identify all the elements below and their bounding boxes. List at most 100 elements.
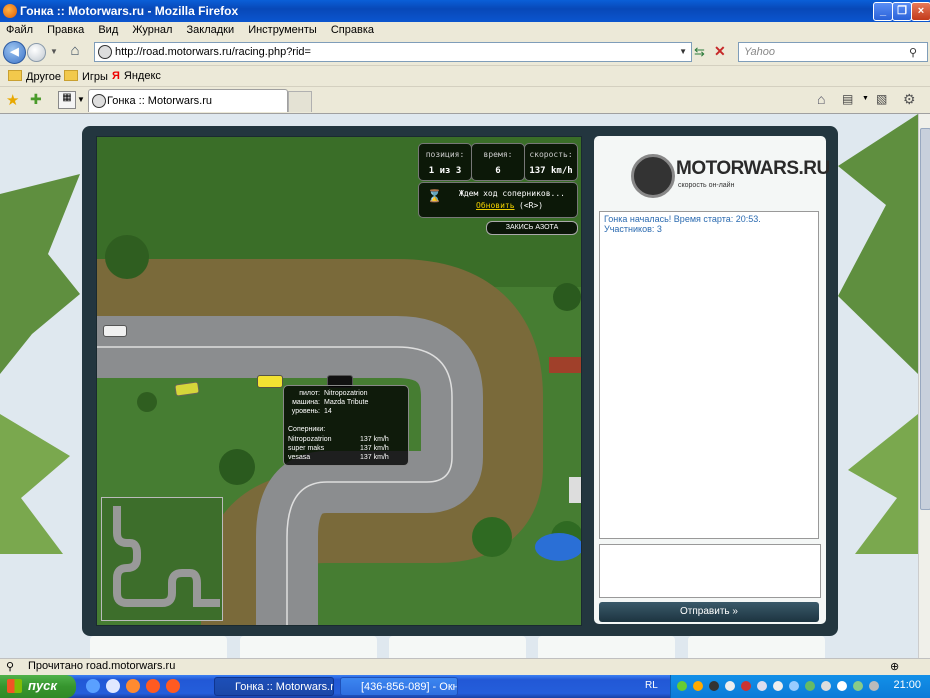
task-firefox[interactable]: Гонка :: Motorwars.r... xyxy=(214,677,334,696)
page-icon[interactable]: ▧ xyxy=(876,92,887,106)
gear-icon[interactable]: ⚙ xyxy=(903,91,916,108)
system-tray: RL 21:00 xyxy=(645,675,930,698)
menu-view[interactable]: Вид xyxy=(92,22,123,36)
home-small-icon[interactable]: ⌂ xyxy=(817,91,825,107)
scrollbar-thumb[interactable] xyxy=(920,128,930,510)
car-white xyxy=(103,325,127,337)
rival-name: super maks xyxy=(288,445,325,452)
quicklaunch-firefox-icon[interactable] xyxy=(126,679,140,693)
stop-icon[interactable]: ✕ xyxy=(714,43,726,60)
back-button[interactable]: ◀ xyxy=(3,41,26,64)
close-button[interactable]: × xyxy=(911,2,930,21)
chat-line: Гонка началась! Время старта: 20:53. xyxy=(604,214,761,224)
speed-value: 137 km/h xyxy=(529,166,573,176)
race-track-view[interactable]: позиция: 1 из 3 время: 6 скорость: 137 k… xyxy=(96,136,582,626)
position-box: позиция: 1 из 3 xyxy=(418,143,472,181)
history-dropdown-icon[interactable]: ▼ xyxy=(50,47,58,56)
menu-history[interactable]: Журнал xyxy=(126,22,177,36)
url-dropdown-icon[interactable]: ▼ xyxy=(679,47,687,56)
menu-file[interactable]: Файл xyxy=(0,22,38,36)
tab-label: Гонка :: Motorwars.ru xyxy=(107,95,212,107)
maximize-button[interactable]: ❐ xyxy=(892,2,912,21)
tray-icon[interactable] xyxy=(805,681,815,691)
minimap xyxy=(101,497,223,621)
tray-icon[interactable] xyxy=(757,681,767,691)
quicklaunch-icon[interactable] xyxy=(166,679,180,693)
speed-label: скорость: xyxy=(529,150,573,159)
minimize-button[interactable]: _ xyxy=(873,2,893,21)
tray-icon[interactable] xyxy=(853,681,863,691)
tab-list-icon[interactable]: ▦ xyxy=(58,91,76,109)
background-decoration xyxy=(0,174,80,374)
reload-icon[interactable]: ⇆ xyxy=(694,44,705,60)
forward-button[interactable] xyxy=(27,43,46,62)
tray-icon[interactable] xyxy=(821,681,831,691)
hourglass-icon: ⌛ xyxy=(427,189,442,203)
start-label: пуск xyxy=(28,678,57,693)
clock[interactable]: 21:00 xyxy=(893,679,921,691)
quicklaunch-icon[interactable] xyxy=(106,679,120,693)
bookmark-folder-games[interactable]: Игры xyxy=(64,70,108,83)
print-dropdown-icon[interactable]: ▼ xyxy=(862,95,869,102)
tray-icon[interactable] xyxy=(709,681,719,691)
tab-list-dropdown-icon[interactable]: ▼ xyxy=(77,95,85,104)
time-label: время: xyxy=(483,150,513,159)
folder-icon xyxy=(64,70,78,81)
status-bar: ⚲ Прочитано road.motorwars.ru ⊕ xyxy=(0,658,930,675)
star-icon[interactable]: ★ xyxy=(6,91,19,109)
new-tab-button[interactable] xyxy=(288,91,312,112)
bookmark-folder-other[interactable]: Другое xyxy=(8,70,61,83)
window-title: Гонка :: Motorwars.ru - Mozilla Firefox xyxy=(20,4,239,18)
bottom-card xyxy=(90,636,227,658)
pilot-value: Nitropozatrion xyxy=(324,390,368,397)
tray-icon[interactable] xyxy=(869,681,879,691)
quicklaunch-ie-icon[interactable] xyxy=(86,679,100,693)
tray-icon[interactable] xyxy=(837,681,847,691)
time-value: 6 xyxy=(495,166,501,176)
car-info-panel: пилот: Nitropozatrion машина: Mazda Tribut… xyxy=(283,385,409,466)
background-decoration xyxy=(0,414,70,554)
menu-tools[interactable]: Инструменты xyxy=(242,22,322,36)
search-input[interactable]: Yahoo ⚲ xyxy=(738,42,928,62)
search-icon[interactable]: ⚲ xyxy=(909,46,917,59)
url-bar[interactable]: http://road.motorwars.ru/racing.php?rid=… xyxy=(94,42,692,62)
zoom-icon[interactable]: ⊕ xyxy=(890,660,899,673)
tab-motorwars[interactable]: Гонка :: Motorwars.ru xyxy=(88,89,288,112)
tray-icon[interactable] xyxy=(741,681,751,691)
home-icon[interactable]: ⌂ xyxy=(66,42,84,60)
url-text[interactable]: http://road.motorwars.ru/racing.php?rid= xyxy=(115,46,311,58)
print-icon[interactable]: ▤ xyxy=(842,92,853,106)
page-content: позиция: 1 из 3 время: 6 скорость: 137 k… xyxy=(0,114,918,658)
site-favicon-icon xyxy=(98,45,112,59)
refresh-hotkey: (<R>) xyxy=(519,201,544,210)
bottom-card xyxy=(688,636,825,658)
tray-icon[interactable] xyxy=(725,681,735,691)
bookmark-yandex[interactable]: Я Яндекс xyxy=(112,70,161,82)
menu-bookmarks[interactable]: Закладки xyxy=(181,22,240,36)
chat-panel: MOTORWARS.RU скорость он-лайн Гонка нача… xyxy=(594,136,830,624)
position-value: 1 из 3 xyxy=(428,166,462,176)
tray-icon[interactable] xyxy=(693,681,703,691)
refresh-link[interactable]: Обновить xyxy=(476,201,515,210)
chat-input[interactable] xyxy=(599,544,821,598)
start-button[interactable]: пуск xyxy=(0,675,76,698)
menu-edit[interactable]: Правка xyxy=(41,22,89,36)
nitro-button[interactable]: ЗАКИСЬ АЗОТА xyxy=(486,221,578,235)
tray-icon[interactable] xyxy=(677,681,687,691)
quicklaunch-icon[interactable] xyxy=(146,679,160,693)
vertical-scrollbar[interactable] xyxy=(918,114,930,658)
level-value: 14 xyxy=(324,408,332,415)
background-decoration xyxy=(838,114,918,374)
minimap-track xyxy=(113,506,220,607)
game-panel: позиция: 1 из 3 время: 6 скорость: 137 k… xyxy=(82,126,838,636)
menu-help[interactable]: Справка xyxy=(325,22,379,36)
send-button[interactable]: Отправить » xyxy=(599,602,819,622)
logo-tagline: скорость он-лайн xyxy=(678,182,735,189)
add-bookmark-icon[interactable]: ✚ xyxy=(30,91,42,108)
tab-favicon-icon xyxy=(92,94,106,108)
language-indicator[interactable]: RL xyxy=(645,680,658,691)
title-bar: Гонка :: Motorwars.ru - Mozilla Firefox … xyxy=(0,0,930,22)
tray-icon[interactable] xyxy=(789,681,799,691)
task-window[interactable]: [436-856-089] - Окн... xyxy=(340,677,458,696)
tray-icon[interactable] xyxy=(773,681,783,691)
